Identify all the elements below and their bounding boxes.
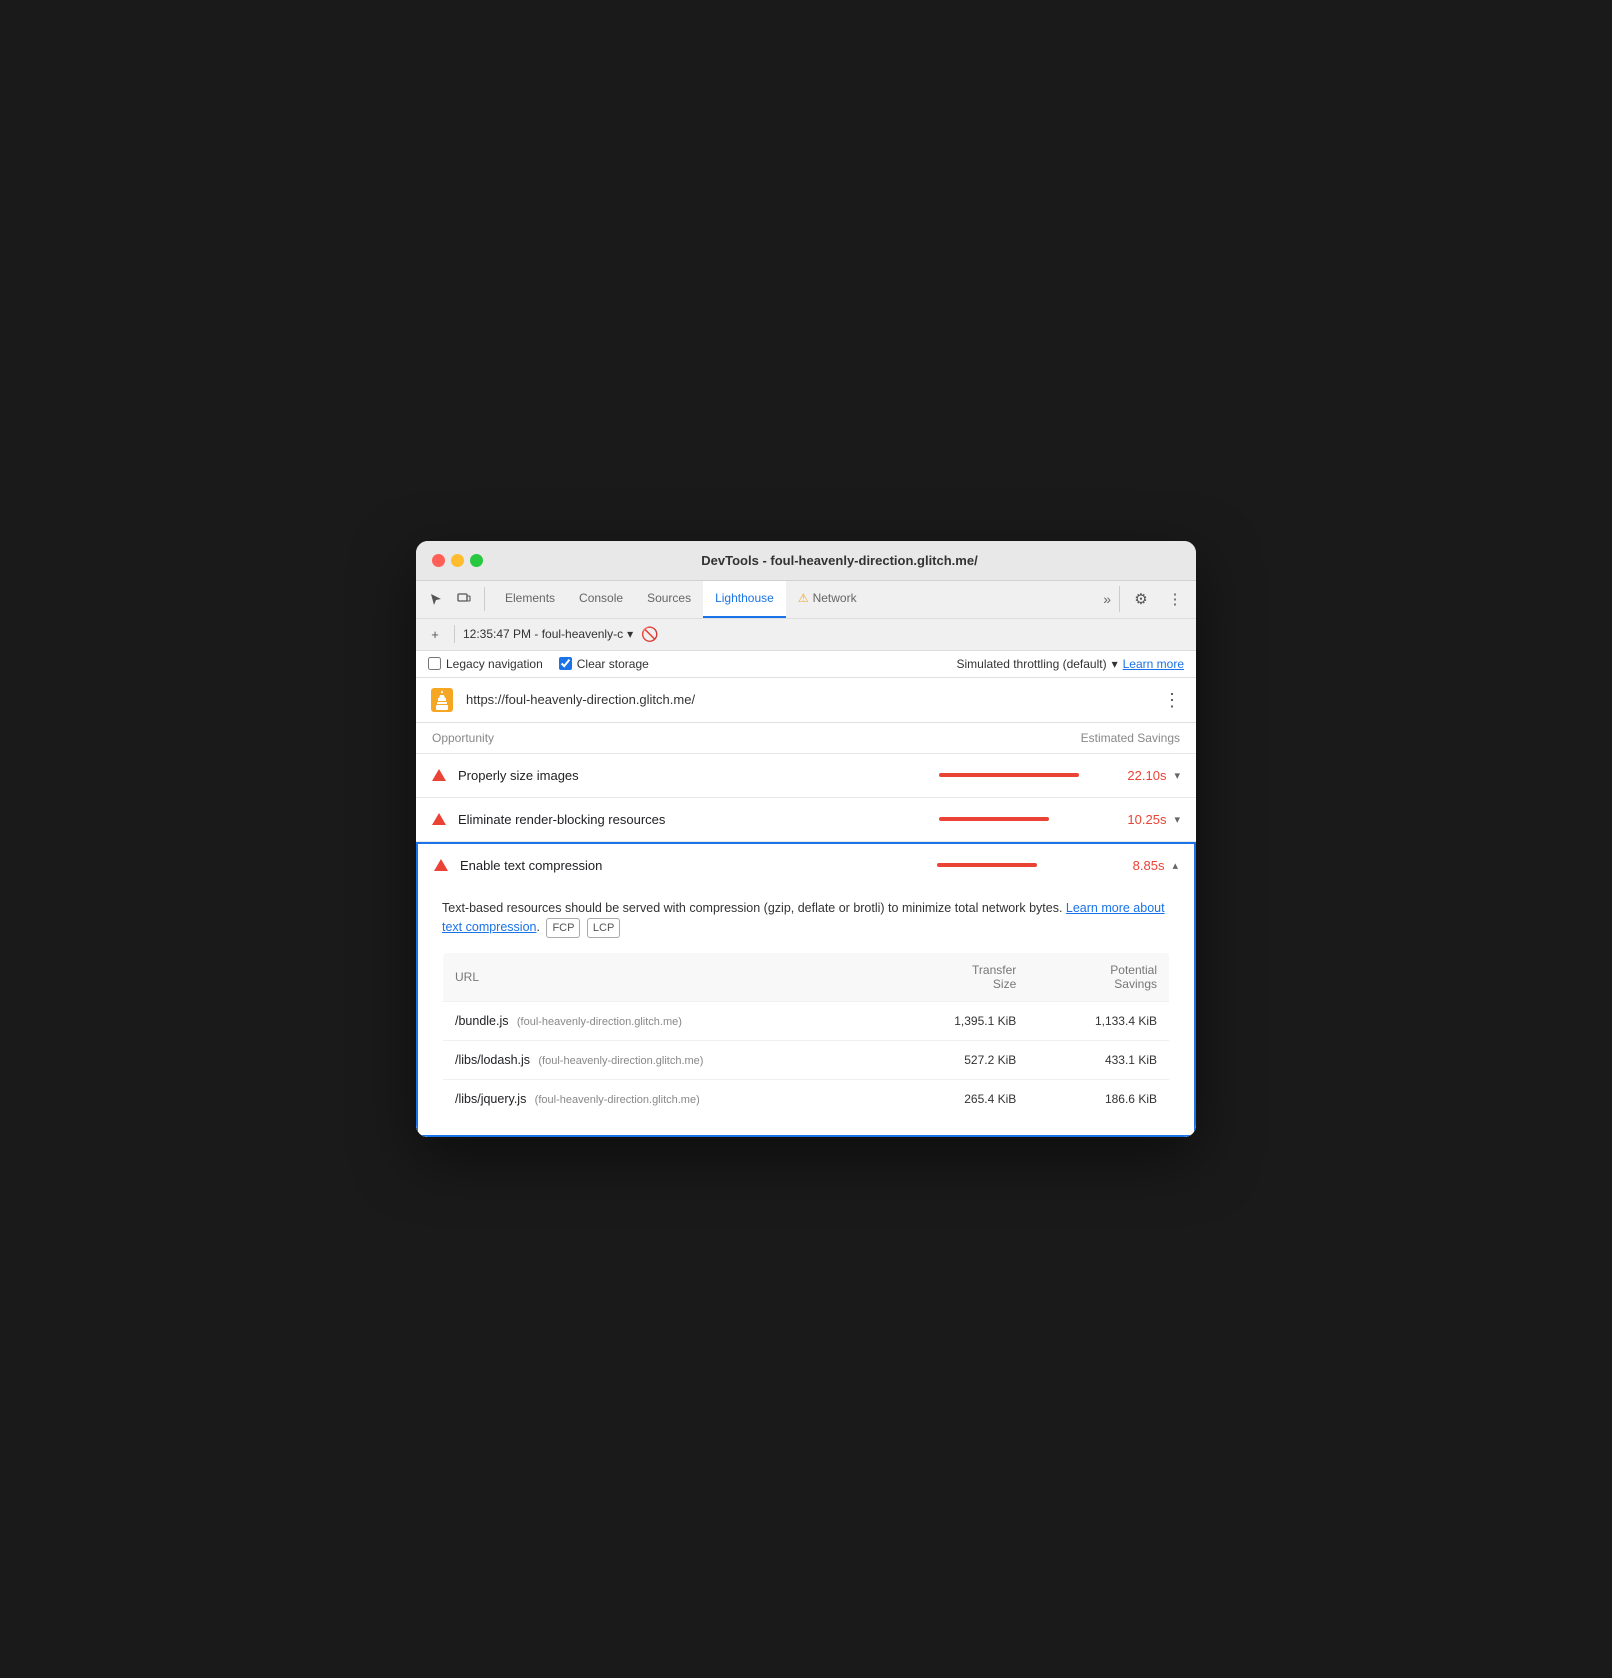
clear-storage-checkbox[interactable]: Clear storage: [559, 657, 649, 671]
opp-bar-container-3: [937, 863, 1097, 867]
warning-triangle-3: [434, 859, 448, 871]
tab-elements[interactable]: Elements: [493, 581, 567, 618]
expand-icon-1[interactable]: ▾: [1174, 769, 1180, 782]
file-domain-3: (foul-heavenly-direction.glitch.me): [535, 1094, 700, 1106]
cursor-icon[interactable]: [424, 587, 448, 611]
lcp-badge: LCP: [587, 918, 620, 939]
clear-storage-input[interactable]: [559, 657, 572, 670]
opp-bar-1: [939, 773, 1079, 777]
more-tabs-button[interactable]: »: [1095, 591, 1119, 607]
opp-row-size-images[interactable]: Properly size images 22.10s ▾: [416, 754, 1196, 798]
more-options-icon[interactable]: ⋮: [1162, 586, 1188, 612]
opp-header: Opportunity Estimated Savings: [416, 723, 1196, 754]
savings-2: 433.1 KiB: [1028, 1041, 1169, 1080]
window-title: DevTools - foul-heavenly-direction.glitc…: [499, 553, 1180, 568]
savings-3: 186.6 KiB: [1028, 1080, 1169, 1119]
file-cell-2: /libs/lodash.js (foul-heavenly-direction…: [443, 1041, 888, 1080]
close-button[interactable]: [432, 554, 445, 567]
warning-triangle-2: [432, 813, 446, 825]
col-opportunity: Opportunity: [432, 731, 494, 745]
network-warning-icon: ⚠: [798, 591, 809, 605]
throttle-section: Simulated throttling (default) ▾ Learn m…: [957, 657, 1184, 671]
tabs-list: Elements Console Sources Lighthouse ⚠ Ne…: [493, 581, 1095, 618]
compression-table: URL TransferSize PotentialSavings /bundl…: [442, 952, 1170, 1119]
session-dropdown[interactable]: ▾: [627, 627, 633, 641]
opp-row-render-blocking[interactable]: Eliminate render-blocking resources 10.2…: [416, 798, 1196, 842]
transfer-3: 265.4 KiB: [888, 1080, 1028, 1119]
legacy-nav-label: Legacy navigation: [446, 657, 543, 671]
table-row: /libs/jquery.js (foul-heavenly-direction…: [443, 1080, 1170, 1119]
opp-bar-3: [937, 863, 1037, 867]
throttle-dropdown-icon[interactable]: ▾: [1112, 657, 1118, 671]
lighthouse-logo: [428, 686, 456, 714]
file-cell-1: /bundle.js (foul-heavenly-direction.glit…: [443, 1002, 888, 1041]
file-domain-1: (foul-heavenly-direction.glitch.me): [517, 1016, 682, 1028]
session-label: 12:35:47 PM - foul-heavenly-c ▾: [463, 627, 633, 641]
tab-lighthouse[interactable]: Lighthouse: [703, 581, 786, 618]
col-savings-header: PotentialSavings: [1028, 953, 1169, 1002]
devtools-body: Elements Console Sources Lighthouse ⚠ Ne…: [416, 581, 1196, 1137]
table-row: /libs/lodash.js (foul-heavenly-direction…: [443, 1041, 1170, 1080]
file-name-2: /libs/lodash.js: [455, 1053, 530, 1067]
new-tab-icon[interactable]: +: [424, 623, 446, 645]
opportunities-section: Opportunity Estimated Savings Properly s…: [416, 723, 1196, 1137]
maximize-button[interactable]: [470, 554, 483, 567]
expanded-content: Text-based resources should be served wi…: [416, 887, 1196, 1137]
expanded-description: Text-based resources should be served wi…: [442, 899, 1170, 938]
settings-icon[interactable]: ⚙: [1128, 586, 1154, 612]
savings-1: 1,133.4 KiB: [1028, 1002, 1169, 1041]
no-entry-icon[interactable]: 🚫: [641, 626, 658, 643]
file-cell-3: /libs/jquery.js (foul-heavenly-direction…: [443, 1080, 888, 1119]
col-savings: Estimated Savings: [1081, 731, 1180, 745]
opp-bar-container-2: [939, 817, 1099, 821]
legacy-nav-input[interactable]: [428, 657, 441, 670]
table-row: /bundle.js (foul-heavenly-direction.glit…: [443, 1002, 1170, 1041]
warning-triangle-1: [432, 769, 446, 781]
fcp-badge: FCP: [546, 918, 580, 939]
expand-icon-2[interactable]: ▾: [1174, 813, 1180, 826]
legacy-nav-checkbox[interactable]: Legacy navigation: [428, 657, 543, 671]
url-text: https://foul-heavenly-direction.glitch.m…: [466, 692, 1160, 707]
opp-bar-container-1: [939, 773, 1099, 777]
opp-title-1: Properly size images: [458, 768, 939, 783]
options-bar: Legacy navigation Clear storage Simulate…: [416, 651, 1196, 678]
url-bar: https://foul-heavenly-direction.glitch.m…: [416, 678, 1196, 723]
opp-saving-3: 8.85s: [1109, 858, 1164, 873]
throttle-label: Simulated throttling (default): [957, 657, 1107, 671]
device-icon[interactable]: [452, 587, 476, 611]
file-name-3: /libs/jquery.js: [455, 1092, 526, 1106]
tab-icon-group: [424, 587, 485, 611]
col-url-header: URL: [443, 953, 888, 1002]
toolbar-bar: + 12:35:47 PM - foul-heavenly-c ▾ 🚫: [416, 619, 1196, 651]
tab-sources[interactable]: Sources: [635, 581, 703, 618]
opp-saving-1: 22.10s: [1111, 768, 1166, 783]
opp-bar-2: [939, 817, 1049, 821]
tabs-bar: Elements Console Sources Lighthouse ⚠ Ne…: [416, 581, 1196, 619]
tabs-actions: ⚙ ⋮: [1119, 586, 1188, 612]
opp-title-2: Eliminate render-blocking resources: [458, 812, 939, 827]
col-transfer-header: TransferSize: [888, 953, 1028, 1002]
clear-storage-label: Clear storage: [577, 657, 649, 671]
learn-more-link[interactable]: Learn more: [1123, 657, 1184, 671]
devtools-window: DevTools - foul-heavenly-direction.glitc…: [416, 541, 1196, 1137]
titlebar: DevTools - foul-heavenly-direction.glitc…: [416, 541, 1196, 581]
opp-row-text-compression[interactable]: Enable text compression 8.85s ▴: [416, 842, 1196, 887]
tab-console[interactable]: Console: [567, 581, 635, 618]
transfer-2: 527.2 KiB: [888, 1041, 1028, 1080]
opp-title-3: Enable text compression: [460, 858, 937, 873]
tab-network[interactable]: ⚠ Network: [786, 581, 869, 618]
toolbar-divider: [454, 625, 455, 643]
opp-saving-2: 10.25s: [1111, 812, 1166, 827]
url-more-options[interactable]: ⋮: [1160, 688, 1184, 712]
transfer-1: 1,395.1 KiB: [888, 1002, 1028, 1041]
file-name-1: /bundle.js: [455, 1014, 509, 1028]
minimize-button[interactable]: [451, 554, 464, 567]
expand-icon-3[interactable]: ▴: [1172, 859, 1178, 872]
traffic-lights: [432, 554, 483, 567]
file-domain-2: (foul-heavenly-direction.glitch.me): [538, 1055, 703, 1067]
